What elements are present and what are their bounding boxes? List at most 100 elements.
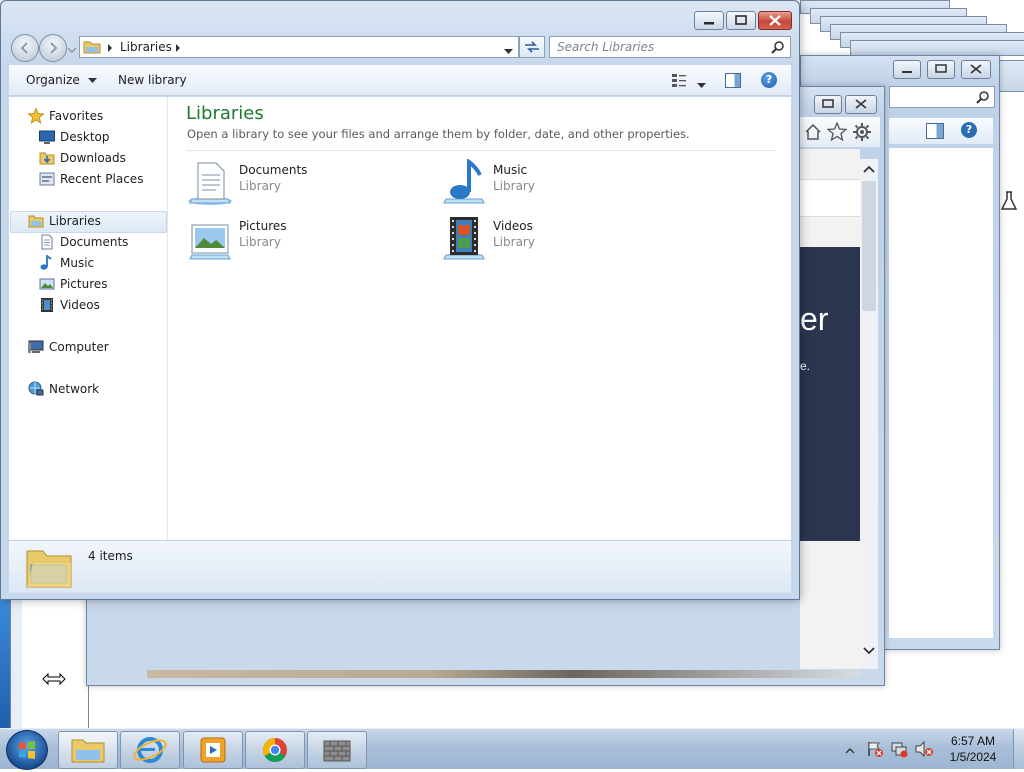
stacked-window-edge [60, 598, 75, 728]
taskbar-chrome-button[interactable] [245, 731, 305, 769]
music-library-icon [440, 158, 488, 207]
help-icon[interactable]: ? [761, 72, 777, 88]
header-divider [186, 150, 776, 151]
nav-label: Pictures [60, 277, 108, 291]
scroll-up-icon[interactable] [860, 161, 878, 177]
search-icon [771, 40, 785, 57]
organize-button[interactable]: Organize [26, 73, 97, 87]
folder-icon [71, 739, 105, 763]
nav-label: Libraries [49, 214, 101, 228]
libraries-folder-icon [83, 39, 101, 58]
library-name: Music [493, 163, 528, 177]
clock-date: 1/5/2024 [949, 750, 997, 764]
hero-banner: er e. [800, 247, 860, 541]
nav-label: Downloads [60, 151, 126, 165]
taskbar-media-player-button[interactable] [183, 731, 243, 769]
videos-filmstrip-icon [39, 297, 55, 313]
page-title: Libraries [186, 103, 264, 124]
clock-time: 6:57 AM [950, 734, 996, 748]
close-button[interactable] [961, 60, 991, 79]
minimize-button[interactable] [694, 11, 724, 30]
back-button[interactable] [11, 34, 39, 62]
library-type: Library [493, 235, 535, 249]
library-name: Pictures [239, 219, 287, 233]
nav-label: Desktop [60, 130, 110, 144]
library-item-videos[interactable]: Videos Library [440, 215, 690, 265]
music-note-icon [39, 254, 55, 271]
forward-button[interactable] [39, 34, 67, 62]
library-item-documents[interactable]: Documents Library [186, 159, 436, 209]
search-field[interactable] [889, 86, 995, 108]
item-count: 4 items [88, 549, 133, 563]
hero-text-fragment: er [800, 301, 829, 337]
taskbar-app-button[interactable] [307, 731, 367, 769]
change-view-icon[interactable] [671, 72, 687, 91]
content-area [889, 148, 993, 638]
internet-explorer-icon [133, 737, 167, 763]
scroll-down-icon[interactable] [860, 643, 878, 659]
breadcrumb-libraries[interactable]: Libraries [120, 40, 172, 54]
favorites-star-icon[interactable] [826, 121, 848, 145]
search-input[interactable]: Search Libraries [557, 40, 654, 54]
new-library-button[interactable]: New library [118, 73, 187, 87]
home-icon[interactable] [804, 123, 822, 144]
taskbar: 6:57 AM 1/5/2024 [0, 728, 1024, 770]
start-button[interactable] [6, 730, 48, 770]
library-name: Documents [239, 163, 308, 177]
action-center-flag-icon[interactable] [866, 740, 884, 761]
preview-pane-icon[interactable] [926, 123, 944, 139]
documents-library-icon [186, 159, 234, 207]
libraries-explorer-window[interactable]: Libraries Search Libraries Organize New … [0, 0, 800, 600]
vertical-scrollbar[interactable] [860, 159, 878, 669]
flask-icon[interactable] [999, 190, 1019, 215]
command-bar: Organize New library ? [9, 65, 791, 96]
content-pane: Libraries Open a library to see your fil… [168, 97, 791, 540]
taskbar-ie-button[interactable] [120, 731, 180, 769]
nav-label: Documents [60, 235, 129, 249]
nav-label: Music [60, 256, 95, 270]
address-bar[interactable]: Libraries [79, 36, 519, 58]
maximize-button[interactable] [726, 11, 756, 30]
library-item-pictures[interactable]: Pictures Library [186, 215, 436, 265]
close-button[interactable] [845, 95, 877, 114]
taskbar-accent-strip [0, 598, 10, 728]
windows-logo-icon [19, 741, 35, 759]
library-type: Library [239, 235, 281, 249]
library-type: Library [239, 179, 281, 193]
breadcrumb-arrow-icon[interactable] [106, 42, 114, 56]
star-icon [27, 107, 45, 125]
nav-label: Favorites [49, 109, 104, 123]
scrollbar-thumb[interactable] [862, 181, 876, 311]
documents-icon [39, 234, 55, 250]
library-item-music[interactable]: Music Library [440, 158, 690, 209]
libraries-folder-large-icon [25, 545, 73, 592]
restore-button[interactable] [814, 95, 842, 114]
address-dropdown-icon[interactable] [504, 44, 513, 58]
close-button[interactable] [758, 11, 792, 30]
stacked-window [850, 40, 1024, 56]
settings-gear-icon[interactable] [852, 122, 872, 145]
show-hidden-icons-chevron-icon[interactable] [845, 744, 855, 758]
view-options-dropdown-icon[interactable] [697, 78, 706, 92]
help-icon[interactable]: ? [961, 122, 977, 138]
show-desktop-button[interactable] [1013, 729, 1024, 769]
stacked-window-edge [46, 598, 61, 728]
hero-subtext-fragment: e. [800, 359, 811, 373]
taskbar-explorer-button[interactable] [58, 731, 118, 769]
media-player-icon [200, 737, 226, 763]
preview-pane-icon[interactable] [725, 73, 741, 88]
minimize-button[interactable] [893, 60, 921, 79]
network-status-icon[interactable] [890, 740, 908, 761]
nav-label: Network [49, 382, 100, 396]
firewall-icon [323, 740, 351, 762]
breadcrumb-arrow-icon[interactable] [174, 42, 182, 56]
volume-muted-icon[interactable] [914, 740, 934, 761]
maximize-button[interactable] [927, 60, 955, 79]
nav-label: Recent Places [60, 172, 144, 186]
search-box[interactable]: Search Libraries [549, 36, 791, 58]
pictures-icon [39, 276, 55, 292]
refresh-button[interactable] [519, 36, 545, 58]
recent-pages-chevron-icon[interactable] [67, 43, 77, 57]
libraries-folder-icon [28, 213, 44, 229]
clock[interactable]: 6:57 AM 1/5/2024 [940, 733, 1006, 765]
